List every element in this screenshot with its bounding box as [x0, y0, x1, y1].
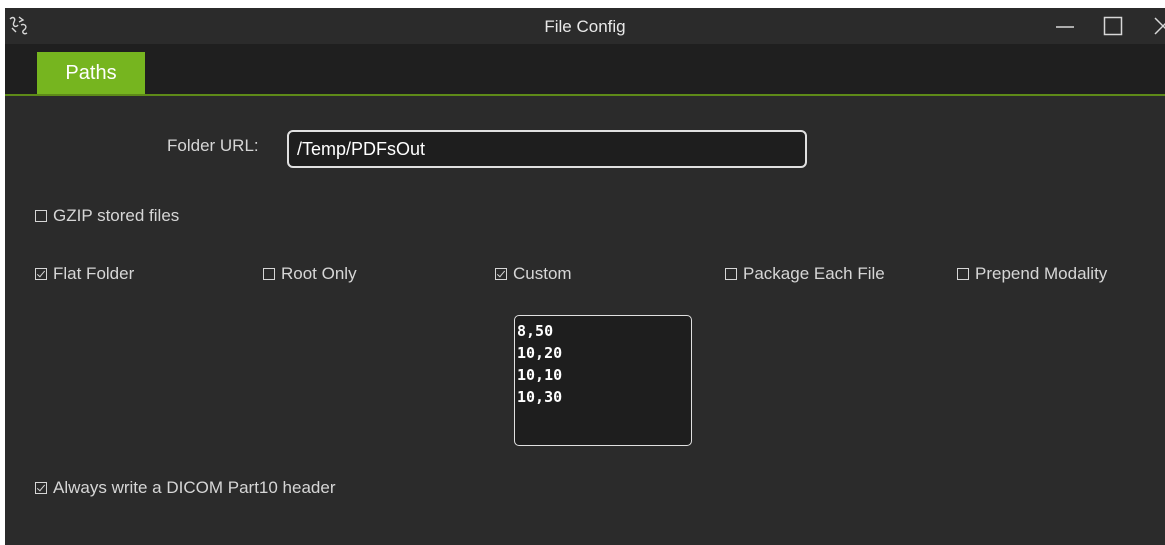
checkbox-icon [35, 210, 47, 222]
tab-bar: Paths [5, 44, 1165, 96]
package-each-file-checkbox[interactable]: Package Each File [725, 264, 885, 284]
checkbox-icon [725, 268, 737, 280]
prepend-modality-checkbox[interactable]: Prepend Modality [957, 264, 1107, 284]
dicom-header-label: Always write a DICOM Part10 header [53, 478, 336, 497]
checkbox-icon [263, 268, 275, 280]
minimize-icon [1056, 26, 1074, 28]
maximize-icon [1103, 16, 1123, 36]
title-bar[interactable]: File Config [5, 8, 1165, 44]
checkbox-checked-icon [35, 268, 47, 280]
close-icon [1154, 17, 1165, 35]
checkbox-checked-icon [35, 482, 47, 494]
file-config-window: File Config Paths Folder URL: /Temp/PDFs… [5, 8, 1165, 545]
folder-url-input[interactable]: /Temp/PDFsOut [287, 130, 807, 168]
custom-label: Custom [513, 264, 572, 283]
gzip-checkbox[interactable]: GZIP stored files [35, 206, 179, 226]
prepend-modality-label: Prepend Modality [975, 264, 1108, 283]
custom-values-textarea[interactable] [514, 315, 692, 446]
minimize-button[interactable] [1045, 8, 1085, 44]
custom-checkbox[interactable]: Custom [495, 264, 572, 284]
checkbox-checked-icon [495, 268, 507, 280]
package-each-file-label: Package Each File [743, 264, 885, 283]
flat-folder-label: Flat Folder [53, 264, 135, 283]
checkbox-icon [957, 268, 969, 280]
maximize-button[interactable] [1093, 8, 1133, 44]
gzip-label: GZIP stored files [53, 206, 180, 225]
root-only-label: Root Only [281, 264, 357, 283]
root-only-checkbox[interactable]: Root Only [263, 264, 357, 284]
dicom-header-checkbox[interactable]: Always write a DICOM Part10 header [35, 478, 336, 498]
close-button[interactable] [1143, 8, 1165, 44]
window-title: File Config [544, 17, 626, 36]
tab-paths[interactable]: Paths [37, 52, 145, 94]
flat-folder-checkbox[interactable]: Flat Folder [35, 264, 134, 284]
folder-url-label: Folder URL: [167, 136, 259, 155]
paths-panel: Folder URL: /Temp/PDFsOut GZIP stored fi… [5, 96, 1165, 545]
